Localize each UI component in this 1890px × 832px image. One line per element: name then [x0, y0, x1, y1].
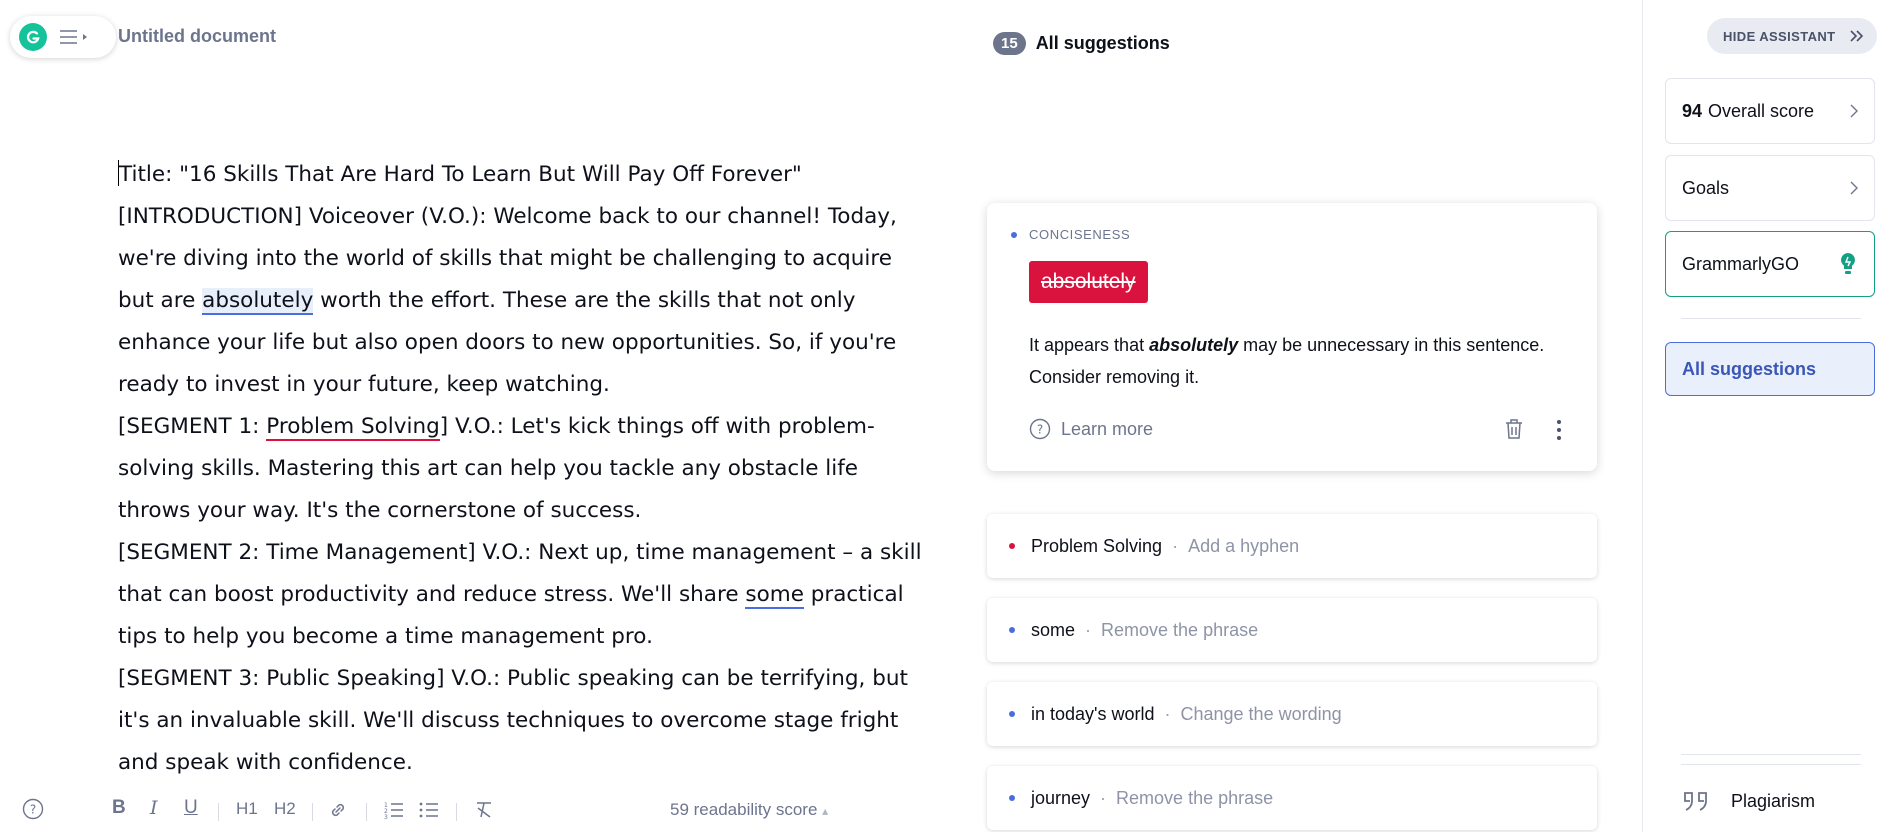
italic-button[interactable]: I [150, 797, 158, 819]
formatting-toolbar: ? B I U H1 H2 123 59 readability score ▴ [0, 788, 900, 832]
editor-line: solving skills. Mastering this art can h… [118, 456, 859, 481]
editor-line: enhance your life but also open doors to… [118, 330, 897, 355]
readability-score[interactable]: 59 readability score ▴ [670, 800, 828, 820]
editor-line: we're diving into the world of skills th… [118, 246, 892, 271]
caret-up-icon: ▴ [822, 804, 829, 818]
quote-icon [1684, 792, 1707, 811]
editor-line: Title: "16 Skills That Are Hard To Learn… [118, 160, 802, 187]
clarity-dot [1009, 627, 1015, 633]
editor-line: [INTRODUCTION] Voiceover (V.O.): Welcome… [118, 204, 897, 229]
underline-problem-solving[interactable]: Problem Solving [266, 414, 440, 441]
heading1-button[interactable]: H1 [236, 799, 258, 819]
all-suggestions-tab[interactable]: All suggestions [1665, 342, 1875, 396]
editor-line: [SEGMENT 1: Problem Solving] V.O.: Let's… [118, 414, 875, 441]
editor-line: ready to invest in your future, keep wat… [118, 372, 610, 397]
suggestions-header: 15 All suggestions [993, 32, 1170, 55]
toolbar-divider [218, 803, 219, 821]
double-chevron-right-icon [1850, 30, 1864, 42]
chevron-right-icon [1850, 104, 1858, 118]
grammarly-logo-icon[interactable] [19, 23, 47, 51]
editor-line: [SEGMENT 3: Public Speaking] V.O.: Publi… [118, 666, 908, 691]
lightbulb-icon [1841, 253, 1855, 274]
editor-line: but are absolutely worth the effort. The… [118, 288, 856, 315]
suggestion-category: CONCISENESS [1029, 227, 1131, 242]
editor-line: that can boost productivity and reduce s… [118, 582, 904, 609]
assistant-sidebar: HIDE ASSISTANT 94 Overall score Goals Gra… [1642, 0, 1890, 832]
document-title[interactable]: Untitled document [118, 26, 276, 47]
suggestions-title: All suggestions [1035, 33, 1170, 53]
underline-some[interactable]: some [745, 582, 804, 609]
remove-word-button[interactable]: absolutely [1029, 261, 1148, 303]
active-suggestion-card[interactable]: CONCISENESS absolutely It appears that a… [987, 203, 1597, 471]
clarity-dot [1009, 711, 1015, 717]
critical-dot [1009, 543, 1015, 549]
suggestion-card[interactable]: some · Remove the phrase [987, 598, 1597, 662]
menu-button[interactable] [59, 29, 88, 45]
link-icon[interactable] [328, 800, 348, 820]
svg-text:?: ? [30, 803, 36, 817]
goals-item[interactable]: Goals [1665, 155, 1875, 221]
suggestion-card[interactable]: journey · Remove the phrase [987, 766, 1597, 830]
highlight-absolutely[interactable]: absolutely [202, 288, 314, 315]
app-logo-pill [10, 16, 116, 58]
grammarlygo-item[interactable]: GrammarlyGO [1665, 231, 1875, 297]
category-dot [1011, 232, 1017, 238]
help-icon[interactable]: ? [22, 798, 44, 820]
toolbar-divider [366, 803, 367, 821]
editor-line: it's an invaluable skill. We'll discuss … [118, 708, 899, 733]
svg-text:?: ? [1037, 423, 1043, 437]
clarity-dot [1009, 795, 1015, 801]
hamburger-icon [60, 30, 77, 44]
suggestion-card[interactable]: Problem Solving · Add a hyphen [987, 514, 1597, 578]
underline-button[interactable]: U [184, 797, 198, 819]
sidebar-divider [1681, 764, 1861, 765]
editor-line: [SEGMENT 2: Time Management] V.O.: Next … [118, 540, 922, 565]
sidebar-divider [1681, 754, 1861, 755]
toolbar-divider [456, 803, 457, 821]
trash-icon[interactable] [1503, 417, 1525, 441]
chevron-right-icon [1850, 181, 1858, 195]
caret-right-icon [83, 34, 87, 40]
suggestion-explanation: It appears that absolutely may be unnece… [1029, 335, 1545, 387]
more-options-icon[interactable] [1555, 419, 1563, 441]
numbered-list-icon[interactable]: 123 [383, 800, 405, 820]
editor-line: throws your way. It's the cornerstone of… [118, 498, 642, 523]
document-editor[interactable]: Title: "16 Skills That Are Hard To Learn… [118, 154, 922, 784]
toolbar-divider [312, 803, 313, 821]
clear-format-icon[interactable] [474, 800, 494, 820]
suggestion-count-badge: 15 [993, 32, 1026, 55]
editor-line: and speak with confidence. [118, 750, 413, 775]
heading2-button[interactable]: H2 [274, 799, 296, 819]
editor-line: tips to help you become a time managemen… [118, 624, 653, 649]
bullet-list-icon[interactable] [418, 800, 440, 820]
bold-button[interactable]: B [112, 797, 126, 819]
suggestion-card[interactable]: in today's world · Change the wording [987, 682, 1597, 746]
sidebar-divider [1681, 318, 1861, 319]
learn-more-link[interactable]: ? Learn more [1029, 418, 1153, 440]
question-circle-icon: ? [1029, 418, 1051, 440]
hide-assistant-button[interactable]: HIDE ASSISTANT [1707, 18, 1877, 54]
overall-score-item[interactable]: 94 Overall score [1665, 78, 1875, 144]
plagiarism-button[interactable]: Plagiarism [1683, 790, 1815, 812]
svg-text:3: 3 [384, 814, 388, 820]
